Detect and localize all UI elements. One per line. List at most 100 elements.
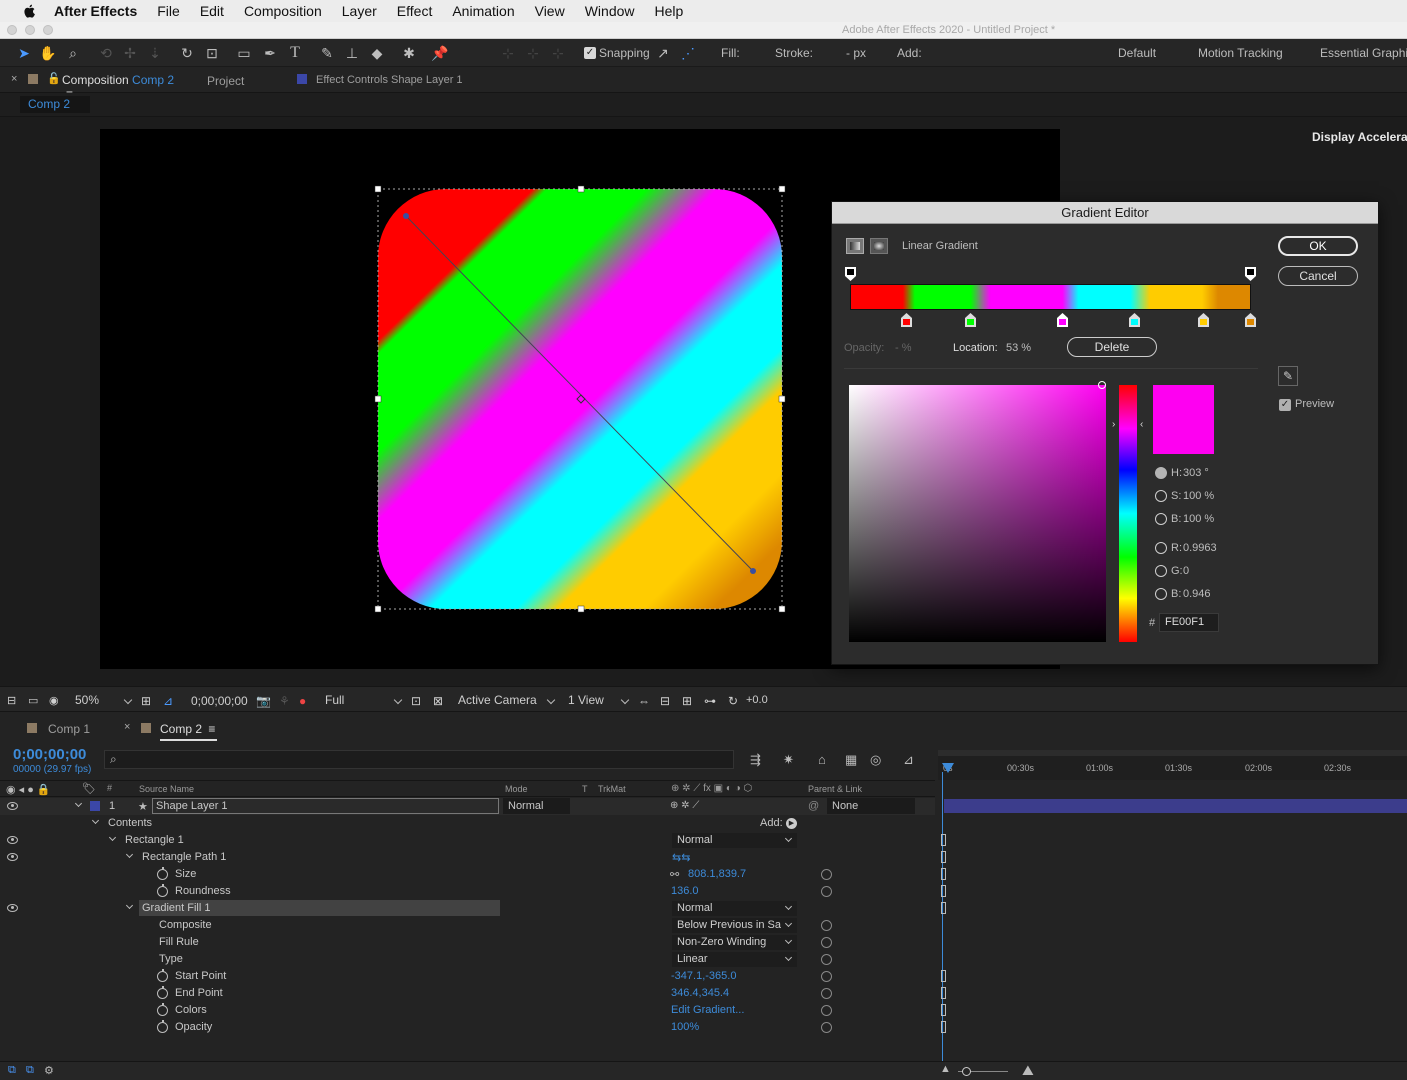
s-radio[interactable] — [1155, 490, 1167, 502]
s-value[interactable]: 100 % — [1183, 490, 1214, 502]
channel-icon[interactable]: ● — [299, 694, 306, 708]
layer-switches-toggle-icon[interactable]: ⧉ — [8, 1064, 16, 1077]
roundness-stopwatch-icon[interactable] — [157, 884, 168, 897]
show-snapshot-icon[interactable]: ⚘ — [279, 694, 290, 708]
puppet-pin-tool-icon[interactable]: 📌 — [430, 43, 450, 63]
menu-window[interactable]: Window — [585, 3, 635, 19]
colors-stopwatch-icon[interactable] — [157, 1003, 168, 1016]
rectangle-tool-icon[interactable]: ▭ — [234, 43, 254, 63]
opacity-stop-right[interactable] — [1245, 267, 1256, 281]
playhead-handle[interactable] — [942, 763, 954, 773]
region-of-interest-icon[interactable]: ⊡ — [411, 694, 421, 708]
camera-dropdown[interactable]: Active Camera — [458, 693, 556, 709]
tab-comp2[interactable]: Comp 2 ≡ — [160, 722, 217, 741]
colors-row[interactable]: Colors Edit Gradient... — [0, 1002, 935, 1019]
workspace-motion-tracking[interactable]: Motion Tracking — [1198, 46, 1283, 60]
zoom-tool-icon[interactable]: ⌕ — [63, 43, 83, 63]
color-stop-4[interactable] — [1129, 313, 1140, 327]
roundness-value[interactable]: 136.0 — [671, 885, 699, 897]
b-value[interactable]: 100 % — [1183, 513, 1214, 525]
g-radio[interactable] — [1155, 565, 1167, 577]
type-dropdown[interactable]: Linear — [672, 952, 797, 967]
apple-icon[interactable] — [20, 3, 40, 19]
delete-stop-button[interactable]: Delete — [1067, 337, 1157, 357]
stroke-label[interactable]: Stroke: — [775, 46, 813, 60]
rectangle-mode-dropdown[interactable]: Normal — [672, 833, 797, 848]
pick-whip-icon[interactable]: @ — [808, 800, 819, 812]
fill-rule-expression-icon[interactable] — [821, 937, 832, 948]
menu-edit[interactable]: Edit — [200, 3, 224, 19]
color-stop-1[interactable] — [901, 313, 912, 327]
hand-tool-icon[interactable]: ✋ — [38, 43, 58, 63]
contents-add-icon[interactable]: ▶ — [786, 818, 797, 829]
start-point-expression-icon[interactable] — [821, 971, 832, 982]
pan-camera-icon[interactable]: ✢ — [120, 43, 140, 63]
stroke-width-px[interactable]: - px — [846, 46, 866, 60]
rounded-rectangle-shape[interactable] — [378, 189, 782, 609]
layer-name[interactable]: Shape Layer 1 — [152, 798, 499, 814]
zoom-out-icon[interactable]: ▲ — [940, 1063, 951, 1075]
rectangle-eye-icon[interactable] — [7, 836, 18, 844]
rectangle-path-eye-icon[interactable] — [7, 853, 18, 861]
start-point-value[interactable]: -347.1,-365.0 — [671, 970, 736, 982]
mask-visibility-icon[interactable]: ⊿ — [163, 694, 173, 708]
safe-zones-icon[interactable]: ⊞ — [141, 694, 151, 708]
workspace-default[interactable]: Default — [1118, 46, 1156, 60]
layer-visibility-eye-icon[interactable] — [7, 802, 18, 810]
end-point-row[interactable]: End Point 346.4,345.4 — [0, 985, 935, 1002]
close-comp2-tab-icon[interactable]: × — [124, 721, 130, 733]
linear-gradient-button[interactable] — [846, 238, 864, 254]
viewer-timecode[interactable]: 0;00;00;00 — [191, 694, 248, 708]
flowchart-icon[interactable]: ⊶ — [704, 694, 716, 708]
eraser-tool-icon[interactable]: ◆ — [367, 43, 387, 63]
toggle-pixel-aspect-icon[interactable]: ⇔ — [638, 694, 650, 708]
saturation-brightness-field[interactable] — [849, 385, 1106, 642]
timeline-menu-icon[interactable]: ≡ — [208, 722, 215, 736]
gradient-ramp[interactable] — [850, 284, 1251, 310]
b-radio[interactable] — [1155, 513, 1167, 525]
modes-toggle-icon[interactable]: ⧉ — [26, 1064, 34, 1077]
menu-layer[interactable]: Layer — [342, 3, 377, 19]
opacity-stop-left[interactable] — [845, 267, 856, 281]
location-value[interactable]: 53 % — [1006, 342, 1031, 354]
rectangle-path-row[interactable]: Rectangle Path 1 ⇆⇆ — [0, 849, 935, 866]
vr-icon[interactable]: ◉ — [49, 694, 59, 707]
layer-expand-icon[interactable] — [74, 799, 83, 808]
breadcrumb-comp2[interactable]: Comp 2 — [20, 96, 90, 113]
type-expression-icon[interactable] — [821, 954, 832, 965]
dolly-camera-icon[interactable]: ⇣ — [145, 43, 165, 63]
size-row[interactable]: Size ⚯ 808.1,839.7 — [0, 866, 935, 883]
start-point-row[interactable]: Start Point -347.1,-365.0 — [0, 968, 935, 985]
size-value[interactable]: 808.1,839.7 — [688, 868, 746, 880]
composite-expression-icon[interactable] — [821, 920, 832, 931]
hue-slider[interactable] — [1119, 385, 1137, 642]
layer-switches-icons[interactable]: ⊕ ✲ ⟋ — [670, 800, 699, 811]
preview-checkbox[interactable]: ✓ — [1279, 399, 1291, 411]
rectangle-expand-icon[interactable] — [108, 833, 117, 842]
end-point-expression-icon[interactable] — [821, 988, 832, 999]
column-source-name[interactable]: Source Name — [139, 784, 194, 794]
monitor-icon[interactable]: ▭ — [28, 694, 38, 707]
contents-expand-icon[interactable] — [91, 816, 100, 825]
size-expression-icon[interactable] — [821, 869, 832, 880]
zoom-window-button[interactable] — [43, 25, 53, 35]
menu-app-name[interactable]: After Effects — [54, 3, 137, 19]
reset-exposure-icon[interactable]: ↻ — [728, 694, 738, 708]
pen-tool-icon[interactable]: ✒ — [260, 43, 280, 63]
snapshot-icon[interactable]: 📷 — [256, 694, 271, 708]
minimize-window-button[interactable] — [25, 25, 35, 35]
zoom-in-icon[interactable]: ⛰ — [1022, 1062, 1034, 1079]
snap-edges-icon[interactable]: ↗ — [653, 43, 673, 63]
snapping-checkbox[interactable]: ✓ — [584, 47, 596, 59]
pan-behind-tool-icon[interactable]: ⊡ — [202, 43, 222, 63]
selection-tool-icon[interactable]: ➤ — [14, 43, 34, 63]
gradient-start-handle[interactable] — [403, 213, 409, 219]
gradient-fill-expand-icon[interactable] — [125, 901, 134, 910]
opacity-row[interactable]: Opacity 100% — [0, 1019, 935, 1036]
h-value[interactable]: 303 ° — [1183, 467, 1209, 479]
color-stop-2[interactable] — [965, 313, 976, 327]
brush-tool-icon[interactable]: ✎ — [317, 43, 337, 63]
g-value[interactable]: 0 — [1183, 565, 1189, 577]
zoom-slider-thumb[interactable] — [962, 1067, 971, 1076]
fill-rule-dropdown[interactable]: Non-Zero Winding — [672, 935, 797, 950]
